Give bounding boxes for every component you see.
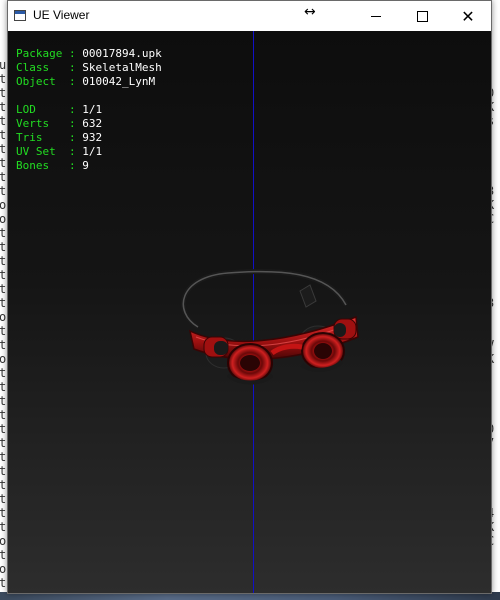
window-title: UE Viewer	[33, 8, 90, 22]
info-sep: :	[62, 61, 83, 74]
background-console-char: t	[0, 478, 7, 492]
minimize-button[interactable]	[353, 1, 399, 31]
background-console-char: o	[0, 198, 7, 212]
minimize-icon	[371, 15, 381, 17]
background-console-char: t	[0, 422, 7, 436]
background-console-right: 0Ks3KC3VK074KC	[491, 0, 500, 600]
info-value: 010042_LynM	[82, 75, 156, 88]
stat-key: LOD	[16, 103, 63, 116]
info-key: Class	[16, 61, 63, 74]
stat-key: Bones	[16, 159, 63, 172]
stat-sep: :	[62, 131, 83, 144]
stat-value: 1/1	[82, 145, 103, 158]
stat-value: 932	[82, 131, 103, 144]
info-row-class: Class : SkeletalMesh	[16, 61, 162, 75]
background-console-char: t	[0, 114, 7, 128]
background-console-char: t	[0, 506, 7, 520]
background-console-char: t	[0, 282, 7, 296]
stat-row-tris: Tris : 932	[16, 131, 162, 145]
maximize-button[interactable]	[399, 1, 445, 31]
info-sep: :	[62, 75, 83, 88]
background-console-char: t	[0, 296, 7, 310]
background-console-char: o	[0, 562, 7, 576]
stat-key: Tris	[16, 131, 63, 144]
background-console-char: t	[0, 338, 7, 352]
close-button[interactable]: ✕	[445, 1, 491, 31]
background-console-char: t	[0, 268, 7, 282]
stat-sep: :	[62, 117, 83, 130]
stat-value: 9	[82, 159, 89, 172]
background-console-char: t	[0, 156, 7, 170]
title-bar[interactable]: UE Viewer ↔ ✕	[8, 1, 491, 31]
stat-row-uvset: UV Set : 1/1	[16, 145, 162, 159]
stat-row-verts: Verts : 632	[16, 117, 162, 131]
background-console-char: t	[0, 72, 7, 86]
background-console-char: t	[0, 184, 7, 198]
stat-sep: :	[62, 103, 83, 116]
maximize-icon	[416, 10, 428, 22]
background-console-char: t	[0, 436, 7, 450]
stat-row-lod: LOD : 1/1	[16, 103, 162, 117]
stat-value: 632	[82, 117, 103, 130]
background-console-char: t	[0, 86, 7, 100]
info-key: Object	[16, 75, 63, 88]
app-window-icon[interactable]	[14, 10, 26, 21]
background-console-char: t	[0, 240, 7, 254]
background-console-char: t	[0, 366, 7, 380]
stat-sep: :	[62, 159, 83, 172]
background-console-char: t	[0, 254, 7, 268]
info-row-package: Package : 00017894.upk	[16, 47, 162, 61]
stat-key: Verts	[16, 117, 63, 130]
background-console-char: t	[0, 100, 7, 114]
info-row-object: Object : 010042_LynM	[16, 75, 162, 89]
info-value: SkeletalMesh	[82, 61, 162, 74]
resize-arrows-icon: ↔	[304, 4, 316, 20]
background-console-char: t	[0, 548, 7, 562]
background-console-char: t	[0, 520, 7, 534]
mesh-info-overlay: Package : 00017894.upk Class : SkeletalM…	[16, 47, 162, 173]
stat-row-bones: Bones : 9	[16, 159, 162, 173]
background-console-char: t	[0, 226, 7, 240]
ue-viewer-window: UE Viewer ↔ ✕ Package : 00017894.upk Cla…	[7, 0, 492, 594]
background-console-char: t	[0, 394, 7, 408]
stat-value: 1/1	[82, 103, 103, 116]
background-console-char: o	[0, 212, 7, 226]
background-console-char: t	[0, 142, 7, 156]
info-key: Package	[16, 47, 63, 60]
background-console-char: t	[0, 324, 7, 338]
background-console-char: o	[0, 534, 7, 548]
info-value: 00017894.upk	[82, 47, 162, 60]
background-console-char: t	[0, 128, 7, 142]
background-console-char: u	[0, 58, 7, 72]
background-console-char: t	[0, 450, 7, 464]
background-console-char: o	[0, 352, 7, 366]
background-console-char: t	[0, 464, 7, 478]
background-console-char: t	[0, 576, 7, 590]
goggles-mesh-render[interactable]	[168, 257, 378, 397]
close-icon: ✕	[461, 6, 475, 26]
stat-key: UV Set	[16, 145, 63, 158]
background-console-char: o	[0, 310, 7, 324]
3d-viewport[interactable]: Package : 00017894.upk Class : SkeletalM…	[8, 31, 491, 593]
background-console-char: t	[0, 492, 7, 506]
stat-sep: :	[62, 145, 83, 158]
background-console-char: t	[0, 170, 7, 184]
background-console-char: t	[0, 380, 7, 394]
background-console-char: t	[0, 408, 7, 422]
info-sep: :	[62, 47, 83, 60]
